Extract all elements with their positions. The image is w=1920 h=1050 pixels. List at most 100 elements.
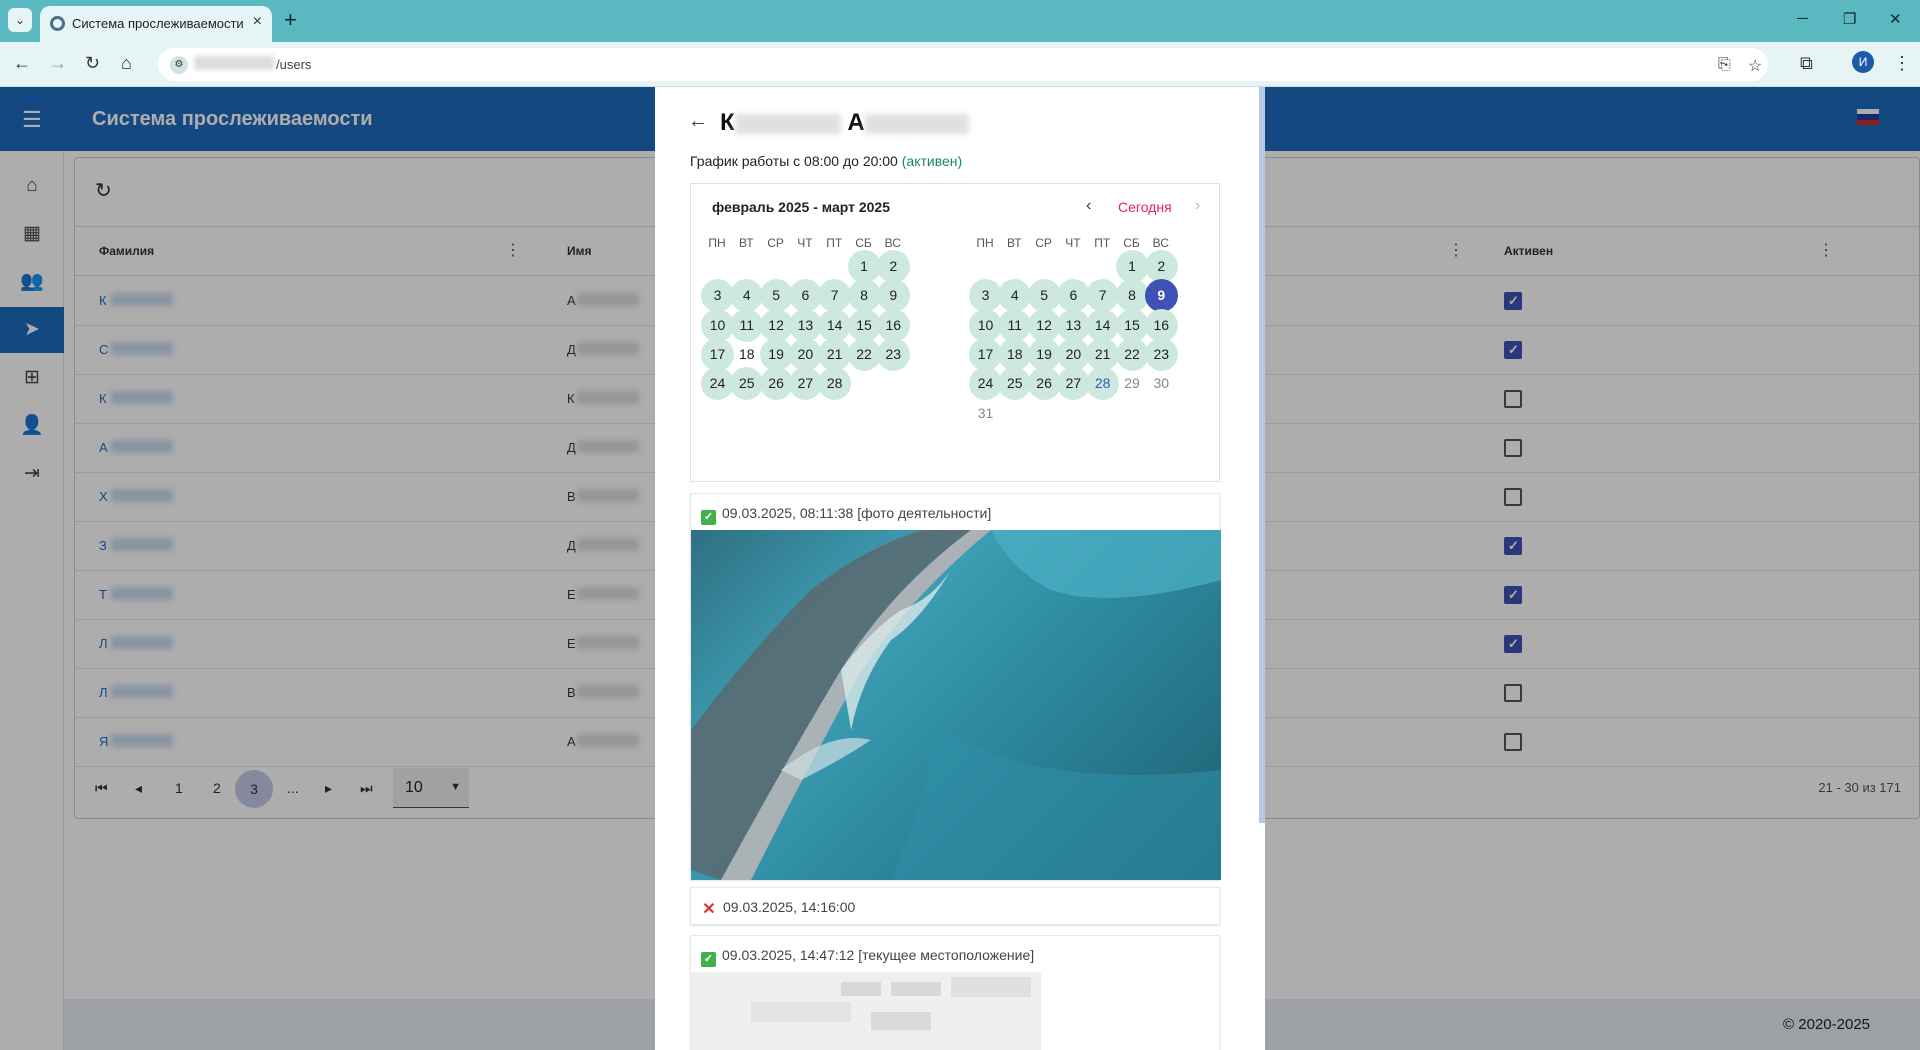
browser-tab[interactable]: Система прослеживаемости × xyxy=(40,6,272,42)
event-header: ✕ 09.03.2025, 14:16:00 xyxy=(701,899,856,918)
calendar-day[interactable]: 20 xyxy=(1056,337,1090,371)
calendar-day[interactable]: 23 xyxy=(1144,337,1178,371)
calendar-day[interactable]: 3 xyxy=(969,279,1002,313)
calendar-day[interactable]: 30 xyxy=(1145,367,1178,400)
forward-icon[interactable]: → xyxy=(49,53,67,74)
calendar-day[interactable]: 31 xyxy=(969,397,1002,430)
calendar-day[interactable]: 25 xyxy=(730,367,764,401)
chevron-left-icon[interactable]: ‹ xyxy=(1086,197,1091,215)
calendar-day[interactable]: 18 xyxy=(730,338,763,371)
calendar-day[interactable]: 29 xyxy=(1116,367,1149,400)
install-app-icon[interactable]: ⎘ xyxy=(1718,56,1731,74)
schedule-text: График работы с 08:00 до 20:00 xyxy=(690,153,898,169)
calendar-day[interactable]: 16 xyxy=(876,308,910,342)
calendar-day[interactable]: 2 xyxy=(876,250,910,283)
back-icon[interactable]: ← xyxy=(13,53,31,74)
browser-menu-icon[interactable]: ⋮ xyxy=(1893,53,1911,74)
calendar-day[interactable]: 19 xyxy=(1027,337,1061,371)
close-icon[interactable]: × xyxy=(253,13,262,31)
calendar-day[interactable]: 7 xyxy=(818,279,852,313)
calendar-day[interactable]: 5 xyxy=(759,279,793,313)
calendar-day[interactable]: 9 xyxy=(876,279,910,313)
calendar-day[interactable]: 27 xyxy=(788,367,822,401)
chevron-right-icon[interactable]: › xyxy=(1195,197,1200,215)
calendar-day[interactable]: 20 xyxy=(788,337,822,371)
location-map[interactable] xyxy=(691,972,1041,1050)
calendar-day[interactable]: 17 xyxy=(701,337,734,371)
tab-search-button[interactable]: ⌄ xyxy=(8,8,32,32)
calendar-day[interactable]: 9 xyxy=(1144,279,1178,313)
back-arrow-icon[interactable]: ← xyxy=(688,110,708,133)
photo-image xyxy=(691,530,1221,880)
calendar-day[interactable]: 1 xyxy=(1115,250,1149,283)
profile-avatar[interactable]: И xyxy=(1852,51,1874,73)
user-lastname-initial: К xyxy=(720,109,735,136)
calendar-day[interactable]: 4 xyxy=(730,279,764,313)
calendar-day[interactable]: 23 xyxy=(876,337,910,371)
calendar-day[interactable]: 8 xyxy=(1115,279,1149,313)
close-window-button[interactable]: ✕ xyxy=(1889,10,1902,28)
new-tab-button[interactable]: + xyxy=(284,7,297,33)
event-card[interactable]: ✕ 09.03.2025, 14:16:00 xyxy=(690,887,1220,925)
user-firstname-initial: А xyxy=(847,109,865,136)
calendar-day[interactable]: 5 xyxy=(1027,279,1061,313)
calendar-day[interactable]: 28 xyxy=(818,367,852,401)
calendar-day[interactable]: 10 xyxy=(969,308,1002,342)
calendar-day[interactable]: 15 xyxy=(1115,308,1149,342)
calendar-day[interactable]: 24 xyxy=(969,367,1002,401)
calendar-day[interactable]: 10 xyxy=(701,308,734,342)
calendar-day[interactable]: 7 xyxy=(1086,279,1120,313)
calendar-day[interactable]: 2 xyxy=(1144,250,1178,283)
calendar-day[interactable]: 8 xyxy=(847,279,881,313)
calendar-day[interactable]: 11 xyxy=(730,308,764,342)
address-bar: ← → ↻ ⌂ ⚙ /users ⎘ ☆ ⧉ И ⋮ xyxy=(0,42,1920,87)
restore-button[interactable]: ❐ xyxy=(1843,10,1856,28)
extensions-icon[interactable]: ⧉ xyxy=(1800,53,1813,74)
calendar-day[interactable]: 26 xyxy=(759,367,793,401)
calendar-day[interactable]: 27 xyxy=(1056,367,1090,401)
schedule-status: (активен) xyxy=(901,153,963,169)
today-button[interactable]: Сегодня xyxy=(1118,199,1172,215)
calendar-day[interactable]: 16 xyxy=(1144,308,1178,342)
activity-photo[interactable] xyxy=(691,530,1221,880)
calendar-day[interactable]: 24 xyxy=(701,367,734,401)
calendar-day[interactable]: 17 xyxy=(969,337,1002,371)
minimize-button[interactable]: ─ xyxy=(1797,10,1808,27)
calendar-day[interactable]: 1 xyxy=(847,250,881,283)
event-card[interactable]: ✓ 09.03.2025, 14:47:12 [текущее местополо… xyxy=(690,935,1220,1050)
calendar-day[interactable]: 25 xyxy=(998,367,1032,401)
calendar-day[interactable]: 14 xyxy=(818,308,852,342)
url-input[interactable]: ⚙ /users ⎘ ☆ xyxy=(158,48,1768,81)
calendar-day[interactable]: 14 xyxy=(1086,308,1120,342)
url-path: /users xyxy=(276,57,312,72)
calendar-day[interactable]: 21 xyxy=(1086,337,1120,371)
scrollbar[interactable] xyxy=(1259,87,1265,823)
calendar-day[interactable]: 11 xyxy=(998,308,1032,342)
calendar-day[interactable]: 18 xyxy=(998,337,1032,371)
weekday-label: ВС xyxy=(884,236,901,250)
calendar-day[interactable]: 3 xyxy=(701,279,734,313)
calendar-day[interactable]: 26 xyxy=(1027,367,1061,401)
reload-icon[interactable]: ↻ xyxy=(85,53,100,74)
redacted-text xyxy=(864,113,969,134)
calendar-day[interactable]: 15 xyxy=(847,308,881,342)
calendar-day[interactable]: 6 xyxy=(788,279,822,313)
calendar-day[interactable]: 28 xyxy=(1086,367,1120,401)
calendar-day[interactable]: 19 xyxy=(759,337,793,371)
calendar-day[interactable]: 13 xyxy=(788,308,822,342)
event-text: 09.03.2025, 14:16:00 xyxy=(723,899,856,915)
event-card[interactable]: ✓ 09.03.2025, 08:11:38 [фото деятельности… xyxy=(690,493,1221,880)
calendar-day[interactable]: 12 xyxy=(759,308,793,342)
calendar-day[interactable]: 4 xyxy=(998,279,1032,313)
calendar-day[interactable]: 21 xyxy=(818,337,852,371)
event-text: 09.03.2025, 08:11:38 [фото деятельности] xyxy=(722,505,992,521)
calendar-day[interactable]: 6 xyxy=(1056,279,1090,313)
home-icon[interactable]: ⌂ xyxy=(121,53,132,74)
calendar-day[interactable]: 13 xyxy=(1056,308,1090,342)
calendar-day[interactable]: 12 xyxy=(1027,308,1061,342)
calendar-day[interactable]: 22 xyxy=(1115,337,1149,371)
bookmark-star-icon[interactable]: ☆ xyxy=(1748,56,1762,76)
cross-icon: ✕ xyxy=(702,901,716,918)
calendar-day[interactable]: 22 xyxy=(847,337,881,371)
site-info-icon[interactable]: ⚙ xyxy=(170,56,188,74)
